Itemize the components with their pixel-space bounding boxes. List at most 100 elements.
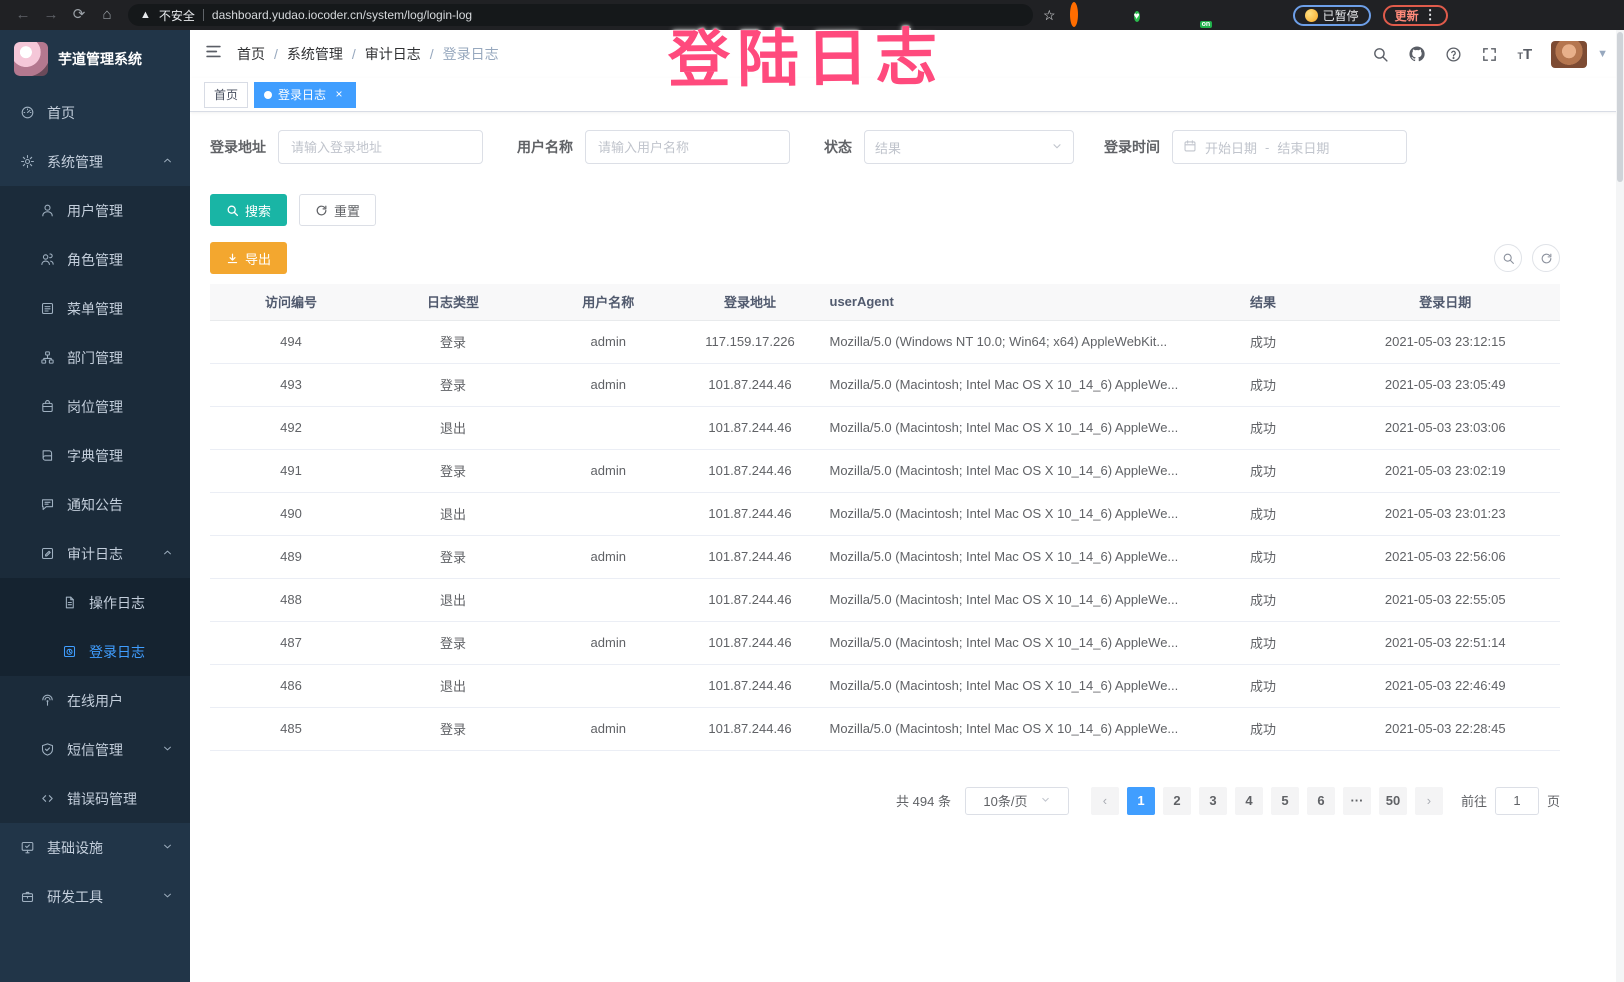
prev-page-button[interactable]: ‹ bbox=[1091, 787, 1119, 815]
extensions-puzzle-icon[interactable] bbox=[1262, 6, 1280, 24]
table-cell: 489 bbox=[210, 535, 372, 578]
sidebar-item-岗位管理[interactable]: 岗位管理 bbox=[0, 382, 190, 431]
font-size-icon[interactable]: TT bbox=[1517, 46, 1532, 63]
sidebar-item-label: 岗位管理 bbox=[67, 397, 123, 417]
sidebar-item-菜单管理[interactable]: 菜单管理 bbox=[0, 284, 190, 333]
tab-active-dot bbox=[264, 91, 272, 99]
reload-icon[interactable]: ⟳ bbox=[66, 3, 92, 27]
page-button[interactable]: 1 bbox=[1127, 787, 1155, 815]
forward-icon[interactable]: → bbox=[38, 3, 64, 27]
extension-grid-icon[interactable] bbox=[1166, 6, 1184, 24]
export-button[interactable]: 导出 bbox=[210, 242, 287, 274]
table-cell: 486 bbox=[210, 664, 372, 707]
sidebar-item-系统管理[interactable]: 系统管理 bbox=[0, 137, 190, 186]
hamburger-icon[interactable] bbox=[190, 43, 237, 65]
date-separator: - bbox=[1265, 140, 1269, 155]
refresh-table-icon[interactable] bbox=[1532, 244, 1560, 272]
sidebar-item-部门管理[interactable]: 部门管理 bbox=[0, 333, 190, 382]
update-button[interactable]: 更新 ⋮ bbox=[1383, 5, 1448, 26]
status-select[interactable]: 结果 bbox=[864, 130, 1074, 164]
sidebar-item-首页[interactable]: 首页 bbox=[0, 88, 190, 137]
sidebar-item-短信管理[interactable]: 短信管理 bbox=[0, 725, 190, 774]
refresh-icon bbox=[315, 204, 328, 217]
page-button[interactable]: 50 bbox=[1379, 787, 1407, 815]
sidebar-logo[interactable]: 芋道管理系统 bbox=[0, 30, 190, 88]
sidebar-item-登录日志[interactable]: 登录日志 bbox=[0, 627, 190, 676]
goto-page-input[interactable] bbox=[1495, 787, 1539, 815]
table-cell bbox=[534, 578, 683, 621]
sidebar-item-label: 部门管理 bbox=[67, 348, 123, 368]
reset-button[interactable]: 重置 bbox=[299, 194, 376, 226]
column-header: 登录地址 bbox=[683, 284, 818, 320]
login-address-input[interactable] bbox=[278, 130, 483, 164]
toggle-search-icon[interactable] bbox=[1494, 244, 1522, 272]
sidebar-item-label: 通知公告 bbox=[67, 495, 123, 515]
extension-gem-icon[interactable] bbox=[1102, 6, 1120, 24]
breadcrumb-audit[interactable]: 审计日志 bbox=[365, 44, 421, 64]
fullscreen-icon[interactable] bbox=[1481, 46, 1498, 63]
sidebar-item-研发工具[interactable]: 研发工具 bbox=[0, 872, 190, 921]
extension-adblock-icon[interactable]: on bbox=[1198, 6, 1216, 24]
breadcrumb-system[interactable]: 系统管理 bbox=[287, 44, 343, 64]
sidebar-item-审计日志[interactable]: 审计日志 bbox=[0, 529, 190, 578]
tab-close-icon[interactable]: × bbox=[332, 88, 346, 102]
username-input[interactable] bbox=[585, 130, 790, 164]
table-cell: 退出 bbox=[372, 664, 534, 707]
breadcrumb-current: 登录日志 bbox=[443, 44, 499, 64]
page-button[interactable]: 6 bbox=[1307, 787, 1335, 815]
address-bar[interactable]: ▲ 不安全 dashboard.yudao.iocoder.cn/system/… bbox=[128, 4, 1033, 26]
page-button[interactable]: 4 bbox=[1235, 787, 1263, 815]
bookmark-star-icon[interactable]: ☆ bbox=[1043, 7, 1056, 24]
home-icon[interactable]: ⌂ bbox=[94, 3, 120, 27]
sidebar-item-字典管理[interactable]: 字典管理 bbox=[0, 431, 190, 480]
sidebar-item-在线用户[interactable]: 在线用户 bbox=[0, 676, 190, 725]
chevron-down bbox=[161, 742, 174, 755]
breadcrumb-home[interactable]: 首页 bbox=[237, 44, 265, 64]
sidebar-item-用户管理[interactable]: 用户管理 bbox=[0, 186, 190, 235]
table-cell: 101.87.244.46 bbox=[683, 535, 818, 578]
tree-icon bbox=[40, 350, 55, 365]
browser-menu-icon[interactable]: ⋮ bbox=[1424, 7, 1436, 23]
extension-leaf-icon[interactable] bbox=[1230, 6, 1248, 24]
page-size-select[interactable]: 10条/页 bbox=[965, 787, 1069, 815]
login-address-label: 登录地址 bbox=[210, 137, 266, 157]
github-icon[interactable] bbox=[1408, 45, 1426, 63]
sidebar-item-基础设施[interactable]: 基础设施 bbox=[0, 823, 190, 872]
next-page-button[interactable]: › bbox=[1415, 787, 1443, 815]
table-cell: Mozilla/5.0 (Macintosh; Intel Mac OS X 1… bbox=[818, 535, 1196, 578]
start-date-placeholder: 开始日期 bbox=[1205, 138, 1257, 157]
page-button[interactable]: 5 bbox=[1271, 787, 1299, 815]
export-button-label: 导出 bbox=[245, 249, 271, 268]
column-header: 用户名称 bbox=[534, 284, 683, 320]
page-unit-label: 页 bbox=[1547, 791, 1560, 810]
page-scrollbar[interactable] bbox=[1616, 30, 1624, 982]
page-button[interactable]: 2 bbox=[1163, 787, 1191, 815]
paused-profile-chip[interactable]: 已暂停 bbox=[1293, 5, 1371, 26]
back-icon[interactable]: ← bbox=[10, 3, 36, 27]
pager-ellipsis[interactable]: ··· bbox=[1343, 787, 1371, 815]
table-cell: 退出 bbox=[372, 492, 534, 535]
table-cell: 101.87.244.46 bbox=[683, 449, 818, 492]
date-range-picker[interactable]: 开始日期 - 结束日期 bbox=[1172, 130, 1407, 164]
scrollbar-thumb[interactable] bbox=[1617, 32, 1623, 182]
search-icon[interactable] bbox=[1372, 46, 1389, 63]
avatar[interactable] bbox=[1551, 41, 1587, 68]
sidebar-item-角色管理[interactable]: 角色管理 bbox=[0, 235, 190, 284]
table-cell: 2021-05-03 22:46:49 bbox=[1331, 664, 1561, 707]
table-cell: admin bbox=[534, 449, 683, 492]
extension-heart-icon[interactable]: ♥ bbox=[1134, 6, 1152, 24]
page-button[interactable]: 3 bbox=[1199, 787, 1227, 815]
extension-ring-icon[interactable] bbox=[1070, 6, 1088, 24]
sidebar-item-操作日志[interactable]: 操作日志 bbox=[0, 578, 190, 627]
tab-home[interactable]: 首页 bbox=[204, 82, 248, 108]
avatar-caret-icon[interactable]: ▼ bbox=[1597, 48, 1608, 60]
sidebar-item-错误码管理[interactable]: 错误码管理 bbox=[0, 774, 190, 823]
search-button[interactable]: 搜索 bbox=[210, 194, 287, 226]
help-icon[interactable] bbox=[1445, 46, 1462, 63]
chevron-down bbox=[161, 889, 174, 902]
table-cell: Mozilla/5.0 (Windows NT 10.0; Win64; x64… bbox=[818, 320, 1196, 363]
tab-login-log[interactable]: 登录日志 × bbox=[254, 82, 356, 108]
column-header: 登录日期 bbox=[1331, 284, 1561, 320]
table-cell: 2021-05-03 23:12:15 bbox=[1331, 320, 1561, 363]
sidebar-item-通知公告[interactable]: 通知公告 bbox=[0, 480, 190, 529]
